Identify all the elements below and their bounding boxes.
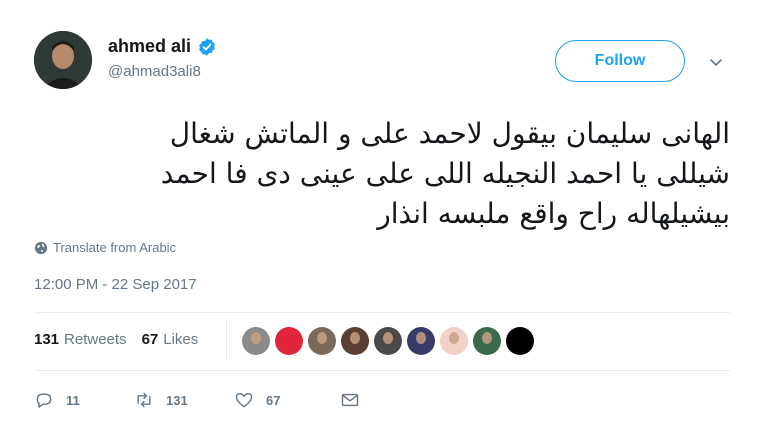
likes-count: 67 [141,331,159,348]
stats-separator [226,320,227,360]
reply-count: 11 [66,392,80,408]
likes-label: Likes [163,331,199,348]
like-action[interactable]: 67 [234,390,340,410]
author-handle[interactable]: @ahmad3ali8 [108,63,201,80]
liker-avatar[interactable] [407,327,435,355]
liker-avatar[interactable] [308,327,336,355]
divider-top [34,312,730,313]
retweets-count: 131 [34,331,60,348]
retweets-label: Retweets [64,331,127,348]
liker-avatar[interactable] [440,327,468,355]
translate-link[interactable]: Translate from Arabic [34,240,176,255]
liker-avatar[interactable] [506,327,534,355]
author-display-name[interactable]: ahmed ali [108,36,191,57]
tweet-timestamp[interactable]: 12:00 PM - 22 Sep 2017 [34,276,197,293]
chevron-down-icon[interactable] [708,54,724,70]
tweet-stats: 131 Retweets 67 Likes [34,331,198,348]
liker-avatar[interactable] [242,327,270,355]
retweet-icon [137,392,151,408]
like-count: 67 [266,392,281,408]
translate-label: Translate from Arabic [53,240,177,255]
direct-message-action[interactable] [340,390,360,410]
liker-avatars [242,327,539,355]
tweet-card: ahmed ali @ahmad3ali8 Follow الهانى سليم… [0,0,768,432]
reply-action[interactable]: 11 [34,390,134,410]
tweet-text: الهانى سليمان بيقول لاحمد على و الماتش ش… [160,117,730,230]
reply-icon [36,393,52,408]
follow-button[interactable]: Follow [555,40,685,82]
envelope-icon [341,393,359,407]
liker-avatar[interactable] [275,327,303,355]
heart-icon [235,393,253,408]
globe-icon [34,241,48,254]
retweet-count: 131 [166,392,188,408]
retweets-stat[interactable]: 131 Retweets [34,331,127,348]
verified-badge-icon [199,37,215,56]
likes-stat[interactable]: 67 Likes [142,331,199,348]
tweet-actions: 11 131 67 [34,390,360,410]
divider-bottom [34,370,730,371]
retweet-action[interactable]: 131 [134,390,234,410]
liker-avatar[interactable] [374,327,402,355]
author-avatar[interactable] [34,31,92,89]
liker-avatar[interactable] [473,327,501,355]
author-name-row: ahmed ali [108,36,217,57]
liker-avatar[interactable] [341,327,369,355]
